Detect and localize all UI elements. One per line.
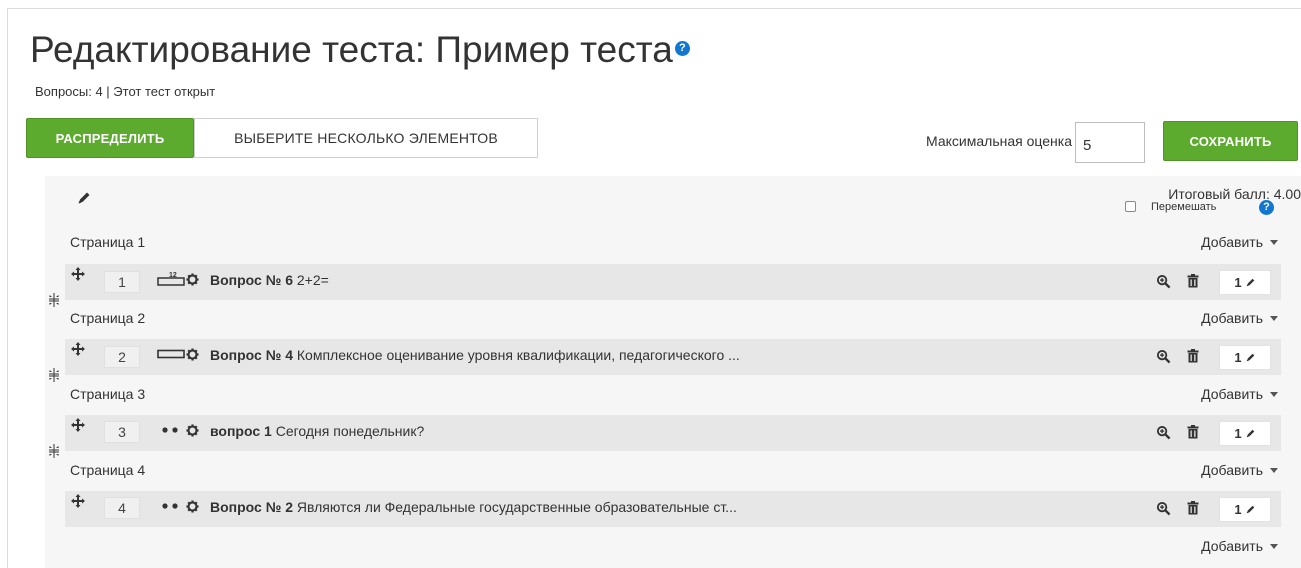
trash-icon[interactable] bbox=[1187, 274, 1199, 288]
question-title: Вопрос № 4 bbox=[210, 347, 293, 363]
slot-number: 1 bbox=[104, 271, 140, 293]
pencil-icon bbox=[1246, 278, 1254, 287]
shuffle-label: Перемешать bbox=[1151, 201, 1217, 213]
question-text[interactable]: вопрос 1 Сегодня понедельник? bbox=[210, 423, 424, 439]
page-label: Страница 2 bbox=[70, 310, 146, 326]
max-mark-value: 1 bbox=[1234, 502, 1242, 517]
max-mark-value: 1 bbox=[1234, 426, 1242, 441]
preview-zoom-icon[interactable] bbox=[1156, 501, 1171, 516]
short-answer-icon bbox=[157, 349, 185, 359]
preview-zoom-icon[interactable] bbox=[1156, 425, 1171, 440]
page-title-text: Редактирование теста: Пример теста bbox=[30, 29, 673, 70]
slot-number: 2 bbox=[104, 346, 140, 368]
page-break-icon[interactable] bbox=[48, 292, 60, 308]
numerical-icon: 12 bbox=[157, 272, 185, 286]
add-menu-label: Добавить bbox=[1201, 538, 1263, 554]
add-menu-label: Добавить bbox=[1201, 234, 1263, 250]
frame-border-left bbox=[7, 8, 8, 568]
add-menu-label: Добавить bbox=[1201, 310, 1263, 326]
max-mark-value: 1 bbox=[1234, 275, 1242, 290]
page-title: Редактирование теста: Пример теста? bbox=[30, 28, 690, 72]
true-false-icon bbox=[162, 427, 178, 433]
shuffle-checkbox[interactable] bbox=[1125, 201, 1136, 212]
page-label: Страница 1 bbox=[70, 234, 146, 250]
max-grade-label: Максимальная оценка bbox=[926, 133, 1072, 149]
preview-zoom-icon[interactable] bbox=[1156, 274, 1171, 289]
move-icon[interactable] bbox=[70, 341, 86, 357]
max-grade-input[interactable] bbox=[1075, 122, 1145, 163]
total-score: Итоговый балл: 4.00 bbox=[1168, 186, 1301, 202]
slot-number: 3 bbox=[104, 421, 140, 443]
caret-down-icon bbox=[1270, 391, 1278, 397]
trash-icon[interactable] bbox=[1187, 425, 1199, 439]
question-title: вопрос 1 bbox=[210, 423, 272, 439]
quiz-edit-page: Редактирование теста: Пример теста? Вопр… bbox=[0, 0, 1301, 568]
page-label: Страница 3 bbox=[70, 386, 146, 402]
max-mark-edit[interactable]: 1 bbox=[1219, 497, 1271, 522]
caret-down-icon bbox=[1270, 315, 1278, 321]
caret-down-icon bbox=[1270, 239, 1278, 245]
preview-zoom-icon[interactable] bbox=[1156, 349, 1171, 364]
add-menu-label: Добавить bbox=[1201, 462, 1263, 478]
add-menu[interactable]: Добавить bbox=[1170, 310, 1278, 326]
frame-border-top bbox=[7, 8, 1301, 9]
true-false-icon bbox=[162, 503, 178, 509]
question-title: Вопрос № 6 bbox=[210, 272, 293, 288]
distribute-button[interactable]: РАСПРЕДЕЛИТЬ bbox=[26, 118, 194, 158]
gear-icon[interactable] bbox=[186, 500, 199, 513]
max-mark-value: 1 bbox=[1234, 350, 1242, 365]
add-menu[interactable]: Добавить bbox=[1170, 462, 1278, 478]
trash-icon[interactable] bbox=[1187, 349, 1199, 363]
max-mark-edit[interactable]: 1 bbox=[1219, 421, 1271, 446]
pencil-icon bbox=[1246, 353, 1254, 362]
select-multiple-button[interactable]: ВЫБЕРИТЕ НЕСКОЛЬКО ЭЛЕМЕНТОВ bbox=[194, 118, 538, 158]
max-mark-edit[interactable]: 1 bbox=[1219, 270, 1271, 295]
caret-down-icon bbox=[1270, 543, 1278, 549]
slot-number: 4 bbox=[104, 497, 140, 519]
question-body: Являются ли Федеральные государственные … bbox=[296, 499, 737, 515]
pencil-icon bbox=[1246, 429, 1254, 438]
question-text[interactable]: Вопрос № 4 Комплексное оценивание уровня… bbox=[210, 347, 740, 363]
gear-icon[interactable] bbox=[186, 273, 199, 286]
move-icon[interactable] bbox=[70, 417, 86, 433]
shuffle-help-icon[interactable]: ? bbox=[1259, 200, 1274, 215]
gear-icon[interactable] bbox=[186, 348, 199, 361]
question-text[interactable]: Вопрос № 6 2+2= bbox=[210, 272, 329, 288]
edit-pencil-icon[interactable] bbox=[76, 190, 92, 206]
add-menu-label: Добавить bbox=[1201, 386, 1263, 402]
page-label: Страница 4 bbox=[70, 462, 146, 478]
save-button[interactable]: СОХРАНИТЬ bbox=[1163, 121, 1298, 161]
add-menu[interactable]: Добавить bbox=[1170, 538, 1278, 554]
page-break-icon[interactable] bbox=[48, 367, 60, 383]
add-menu[interactable]: Добавить bbox=[1170, 234, 1278, 250]
move-icon[interactable] bbox=[70, 266, 86, 282]
page-break-icon[interactable] bbox=[48, 443, 60, 459]
trash-icon[interactable] bbox=[1187, 501, 1199, 515]
pencil-icon bbox=[1246, 505, 1254, 514]
question-body: Сегодня понедельник? bbox=[275, 423, 425, 439]
question-circle-icon[interactable]: ? bbox=[674, 40, 690, 56]
question-body: 2+2= bbox=[296, 272, 329, 288]
svg-text:12: 12 bbox=[169, 272, 177, 279]
question-text[interactable]: Вопрос № 2 Являются ли Федеральные госуд… bbox=[210, 499, 737, 515]
move-icon[interactable] bbox=[70, 493, 86, 509]
add-menu[interactable]: Добавить bbox=[1170, 386, 1278, 402]
question-body: Комплексное оценивание уровня квалификац… bbox=[296, 347, 740, 363]
gear-icon[interactable] bbox=[186, 424, 199, 437]
caret-down-icon bbox=[1270, 467, 1278, 473]
question-title: Вопрос № 2 bbox=[210, 499, 293, 515]
quiz-status: Вопросы: 4 | Этот тест открыт bbox=[35, 84, 216, 99]
max-mark-edit[interactable]: 1 bbox=[1219, 345, 1271, 370]
